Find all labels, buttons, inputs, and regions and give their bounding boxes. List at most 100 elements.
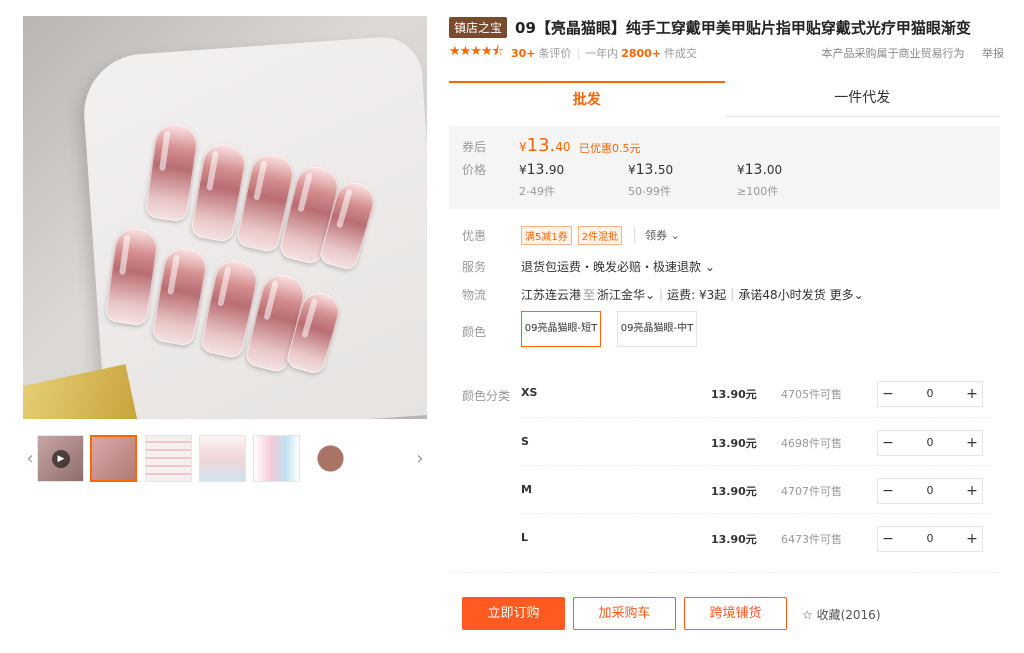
price-label: 价格: [462, 163, 487, 177]
add-to-cart-button[interactable]: 加采购车: [573, 597, 676, 630]
minus-button[interactable]: −: [878, 527, 898, 551]
plus-button[interactable]: +: [962, 527, 982, 551]
sku-price: 13.90元: [711, 437, 757, 450]
sku-stock: 4705件可售: [781, 388, 842, 401]
ship-from: 江苏连云港: [521, 287, 582, 302]
play-icon: ▶: [52, 450, 70, 468]
thumb-next-icon[interactable]: ›: [413, 434, 427, 484]
thumb-video[interactable]: ▶: [37, 435, 84, 482]
product-title-row: 镇店之宝 09【亮晶猫眼】纯手工穿戴甲美甲贴片指甲贴穿戴式光疗甲猫眼渐变: [449, 16, 1009, 38]
service-text[interactable]: 退货包运费・晚发必赔・极速退款 ⌄: [521, 258, 715, 275]
thumb-image-3[interactable]: [199, 435, 246, 482]
sku-row: S 13.90元 4698件可售 − 0 +: [521, 417, 991, 465]
sku-stock: 4707件可售: [781, 485, 842, 498]
sku-row: L 13.90元 6473件可售 − 0 +: [521, 513, 991, 561]
service-row: 服务 退货包运费・晚发必赔・极速退款 ⌄: [462, 257, 1002, 275]
store-badge: 镇店之宝: [449, 16, 508, 38]
tier-price: ¥13.50: [628, 162, 728, 178]
plus-button[interactable]: +: [962, 431, 982, 455]
ship-promise: 承诺48小时发货: [738, 287, 826, 302]
minus-button[interactable]: −: [878, 382, 898, 406]
quantity-input[interactable]: 0: [898, 431, 962, 455]
product-main-image[interactable]: [23, 16, 427, 419]
coupon-price: ¥13.40: [519, 135, 571, 156]
quantity-stepper: − 0 +: [877, 381, 983, 407]
color-option-short[interactable]: 09亮晶猫眼-短T: [521, 311, 601, 347]
star-outline-icon: ☆: [802, 608, 813, 622]
quantity-stepper: − 0 +: [877, 478, 983, 504]
minus-button[interactable]: −: [878, 431, 898, 455]
sku-stock: 4698件可售: [781, 437, 842, 450]
quantity-input[interactable]: 0: [898, 382, 962, 406]
tier-range: 2-49件: [519, 185, 555, 198]
thumb-prev-icon[interactable]: ‹: [23, 434, 37, 484]
logistics-more[interactable]: 更多⌄: [830, 286, 864, 303]
sku-size: S: [521, 435, 529, 448]
divider: |: [730, 287, 735, 301]
crossborder-button[interactable]: 跨境铺货: [684, 597, 787, 630]
sku-row: M 13.90元 4707件可售 − 0 +: [521, 465, 991, 513]
promo-row: 优惠 满5减1券 2件混批 领券 ⌄: [462, 225, 1002, 245]
quantity-input[interactable]: 0: [898, 479, 962, 503]
sku-price: 13.90元: [711, 485, 757, 498]
star-rating-icon: ★★★★⯪: [449, 44, 504, 59]
sales-count: 2800+: [621, 46, 662, 60]
currency-symbol: ¥: [737, 163, 745, 177]
tier-price-int: 13.: [744, 162, 767, 178]
plus-button[interactable]: +: [962, 382, 982, 406]
coupon-discount-note: 已优惠0.5元: [579, 142, 641, 155]
promo-tag[interactable]: 2件混批: [577, 225, 623, 245]
price-tier: ¥13.00 ≥100件: [737, 162, 837, 199]
get-coupon-dropdown[interactable]: 领券 ⌄: [634, 227, 680, 243]
sales-label: 件成交: [664, 47, 698, 60]
sku-row: XS 13.90元 4705件可售 − 0 +: [521, 369, 991, 417]
rating-row: ★★★★⯪ 30+ 条评价 | 一年内 2800+ 件成交 本产品采购属于商业贸…: [449, 44, 1004, 62]
color-option-medium[interactable]: 09亮晶猫眼-中T: [617, 311, 697, 347]
sku-label: 颜色分类: [462, 389, 511, 403]
price-box: 券后 价格 ¥13.40 已优惠0.5元 ¥13.90 2-49件 ¥13.50…: [449, 126, 1000, 209]
price-tier: ¥13.50 50-99件: [628, 162, 728, 199]
thumb-image-4[interactable]: [253, 435, 300, 482]
tier-price: ¥13.90: [519, 162, 619, 178]
thumb-image-1[interactable]: [90, 435, 137, 482]
tier-range: 50-99件: [628, 185, 671, 198]
divider: |: [659, 287, 664, 301]
divider: [449, 572, 1000, 573]
sku-size: L: [521, 531, 529, 544]
gold-box-corner: [23, 364, 138, 419]
service-label: 服务: [462, 259, 487, 274]
sku-size: XS: [521, 386, 538, 399]
ship-to-dropdown[interactable]: 浙江金华⌄: [597, 286, 655, 303]
sku-stock: 6473件可售: [781, 533, 842, 546]
thumb-image-5[interactable]: [307, 435, 354, 482]
tier-price-int: 13.: [526, 162, 549, 178]
quantity-stepper: − 0 +: [877, 430, 983, 456]
minus-button[interactable]: −: [878, 479, 898, 503]
logistics-label: 物流: [462, 287, 487, 302]
quantity-input[interactable]: 0: [898, 527, 962, 551]
color-label: 颜色: [462, 324, 487, 339]
tier-price-int: 13.: [635, 162, 658, 178]
plus-button[interactable]: +: [962, 479, 982, 503]
shipping-fee: 运费: ¥3起: [667, 287, 727, 302]
sku-price: 13.90元: [711, 388, 757, 401]
ship-to-word: 至: [583, 287, 596, 302]
price-tier: ¥13.90 2-49件: [519, 162, 619, 199]
review-count[interactable]: 30+: [511, 47, 536, 60]
currency-symbol: ¥: [519, 163, 527, 177]
buy-now-button[interactable]: 立即订购: [462, 597, 565, 630]
review-label: 条评价: [538, 47, 572, 60]
tab-dropship[interactable]: 一件代发: [724, 81, 1000, 117]
tab-wholesale[interactable]: 批发: [449, 81, 725, 117]
report-link[interactable]: 举报: [982, 47, 1004, 60]
thumb-image-2[interactable]: [145, 435, 192, 482]
sales-period: 一年内: [585, 47, 619, 60]
purchase-mode-tabs: 批发 一件代发: [449, 81, 1000, 117]
sku-price: 13.90元: [711, 533, 757, 546]
favorite-label: 收藏(2016): [816, 608, 881, 622]
tier-price-dec: 50: [657, 163, 674, 177]
right-links: 本产品采购属于商业贸易行为 举报: [822, 45, 1005, 61]
trade-note: 本产品采购属于商业贸易行为: [821, 47, 965, 60]
favorite-button[interactable]: ☆ 收藏(2016): [802, 606, 881, 623]
promo-tag[interactable]: 满5减1券: [521, 225, 572, 245]
